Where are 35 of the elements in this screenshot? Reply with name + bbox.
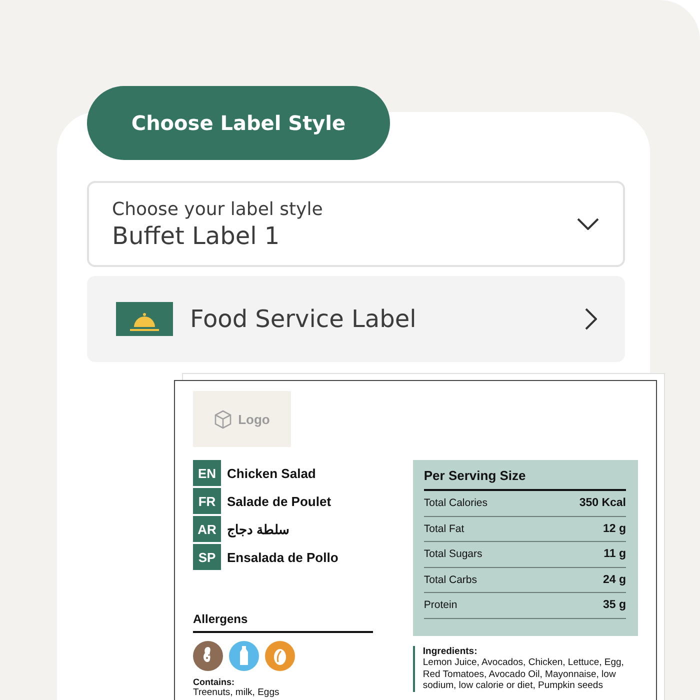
contains-text: Treenuts, milk, Eggs [193,687,280,698]
nutrient-value: 11 g [604,548,626,560]
nutrient-name: Protein [424,599,458,612]
dropdown-value: Buffet Label 1 [112,222,281,250]
cube-icon [214,410,232,428]
nutrient-value: 12 g [602,522,626,535]
allergens-heading: Allergens [193,612,373,633]
dish-name: سلطة دجاج [227,522,290,536]
ingredients-heading: Ingredients: [422,646,478,658]
nutrient-name: Total Sugars [424,548,482,560]
chevron-down-icon [577,218,599,230]
contains-label: Contains: [193,677,236,687]
dish-name: Chicken Salad [227,466,316,480]
label-type-row[interactable]: Food Service Label [87,276,625,362]
nutrient-value: 350 Kcal [579,497,626,510]
nutrition-heading: Per Serving Size [424,468,626,491]
language-tag: AR [193,516,221,542]
nutrient-name: Total Calories [424,497,488,510]
chevron-right-icon [585,308,597,330]
label-style-dropdown[interactable]: Choose your label style Buffet Label 1 [87,181,625,267]
dropdown-label: Choose your label style [112,198,324,220]
dish-name: Ensalada de Pollo [227,550,338,564]
language-tag: FR [193,488,221,514]
choose-label-style-button[interactable]: Choose Label Style [87,86,390,160]
nutrient-value: 24 g [602,574,626,586]
language-tag: EN [193,460,221,486]
ingredients-text: Lemon Juice, Avocados, Chicken, Lettuce, Egg, Red Tomatoes, Avocado Oil, Mayonnaise, low sodium, low calorie or diet, Pumpkin seeds [422,657,625,692]
language-tag: SP [193,544,221,570]
nutrient-value: 35 g [602,599,626,612]
label-type-text: Food Service Label [190,305,418,333]
service-bell-icon [116,302,173,336]
nutrient-name: Total Carbs [424,574,477,586]
logo-text: Logo [238,412,270,426]
dish-name: Salade de Poulet [227,494,332,508]
nutrient-name: Total Fat [424,522,464,535]
